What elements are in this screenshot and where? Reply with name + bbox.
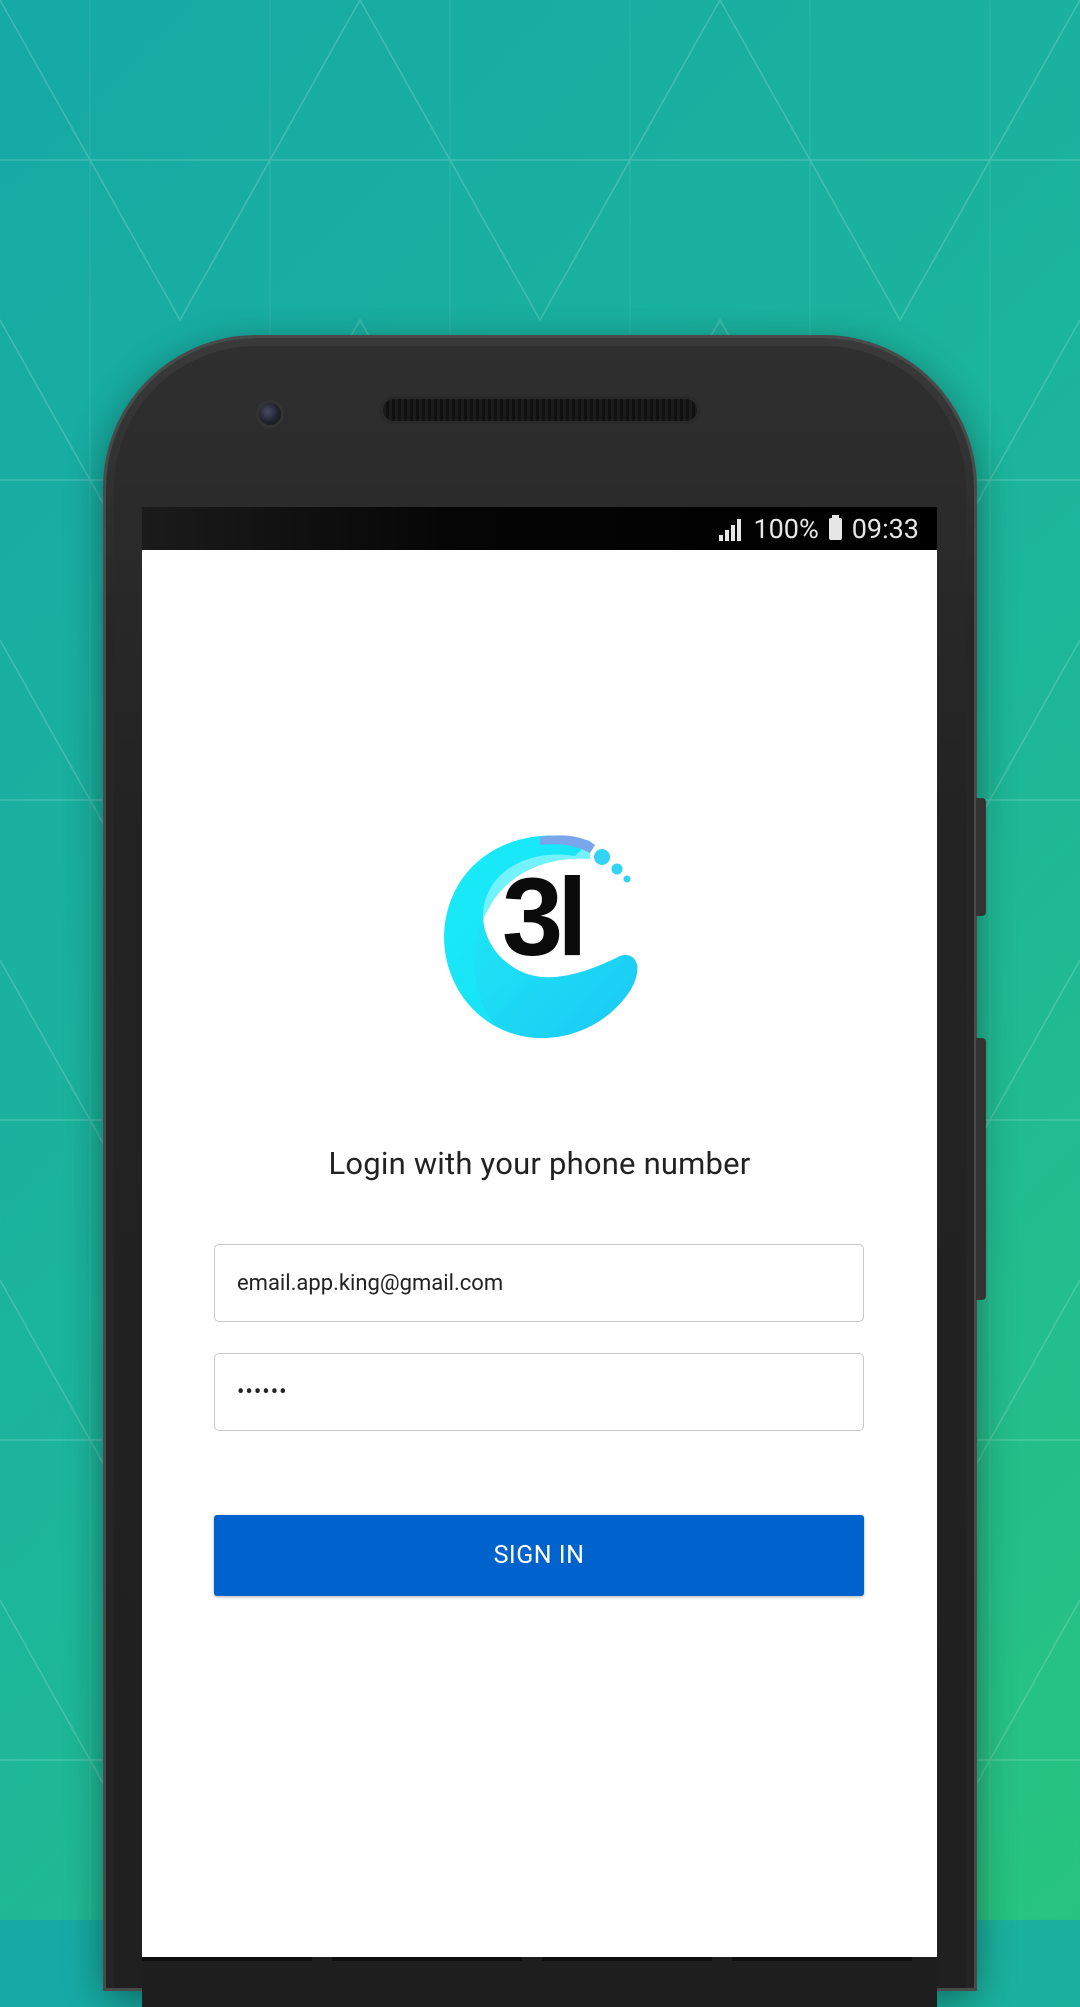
- earpiece-speaker: [380, 396, 700, 424]
- battery-percent: 100%: [753, 512, 819, 545]
- power-button: [976, 798, 986, 916]
- signal-icon: [719, 517, 742, 541]
- login-screen: 3l Login with your phone number SIGN IN: [142, 550, 937, 1957]
- status-time: 09:33: [851, 512, 919, 545]
- volume-button: [976, 1038, 986, 1300]
- email-field[interactable]: [214, 1244, 864, 1322]
- login-heading: Login with your phone number: [328, 1145, 751, 1182]
- navigation-bar: [142, 1957, 937, 2007]
- battery-icon: [828, 514, 842, 540]
- password-field[interactable]: [214, 1353, 864, 1431]
- status-bar: 100% 09:33: [142, 507, 937, 550]
- phone-screen: 100% 09:33 3l Login with your phone numb…: [142, 507, 937, 1957]
- front-camera: [256, 400, 284, 428]
- phone-frame: 100% 09:33 3l Login with your phone numb…: [106, 338, 986, 2007]
- app-logo: 3l: [440, 831, 640, 1046]
- sign-in-button[interactable]: SIGN IN: [214, 1515, 864, 1596]
- logo-text: 3l: [502, 856, 588, 979]
